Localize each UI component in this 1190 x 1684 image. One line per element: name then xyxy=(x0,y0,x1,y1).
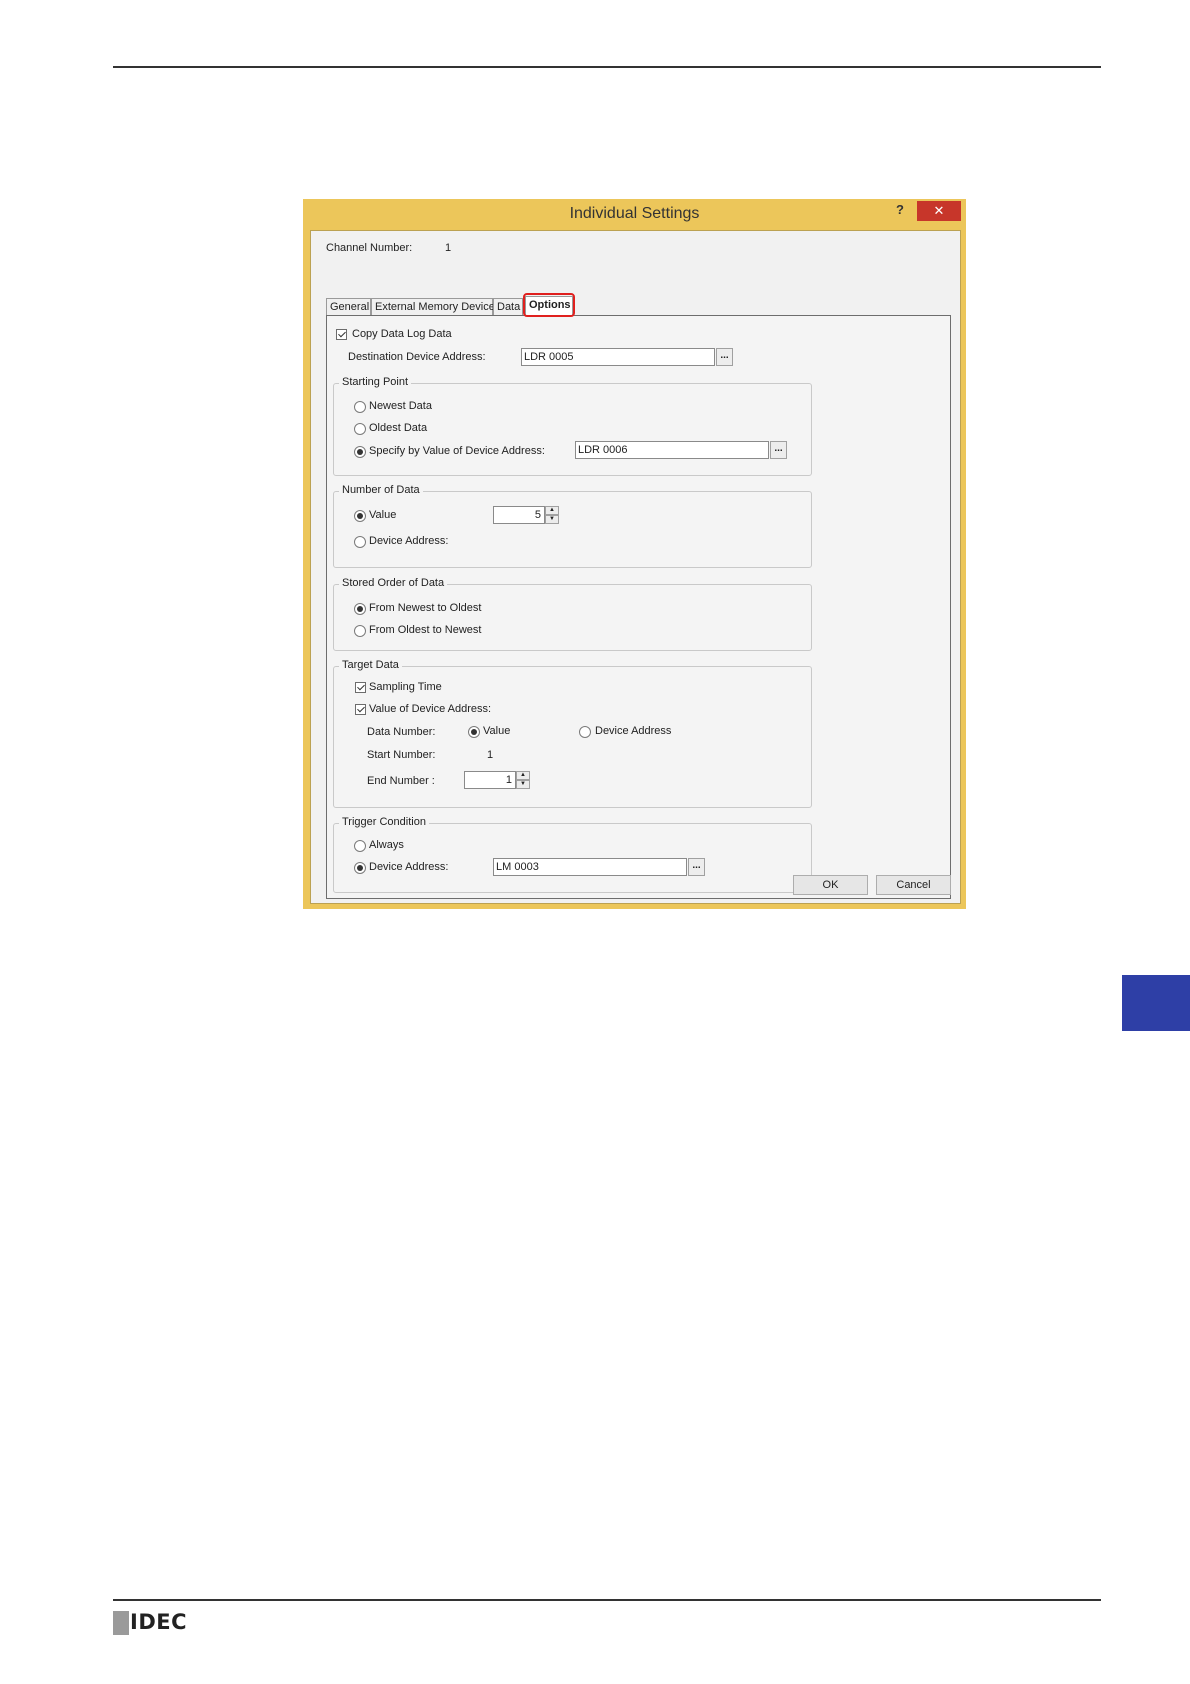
ok-button[interactable]: OK xyxy=(793,875,868,895)
tab-general[interactable]: General xyxy=(326,298,371,315)
start-number-value: 1 xyxy=(487,749,494,761)
dialog-title: Individual Settings xyxy=(569,205,700,222)
channel-number-value: 1 xyxy=(445,242,452,254)
data-number-label: Data Number: xyxy=(367,726,436,738)
starting-point-browse-button[interactable]: ... xyxy=(770,441,787,459)
number-value-radio[interactable] xyxy=(354,510,366,522)
stored-order-title: Stored Order of Data xyxy=(339,577,448,589)
number-value-spinner[interactable]: ▲ ▼ xyxy=(545,506,559,524)
destination-address-field[interactable]: LDR 0005 xyxy=(521,348,715,366)
specify-by-value-radio[interactable] xyxy=(354,446,366,458)
individual-settings-dialog: Individual Settings ? ✕ Channel Number: … xyxy=(303,199,966,909)
header-rule xyxy=(113,66,1101,68)
trigger-device-address-label: Device Address: xyxy=(369,861,449,873)
copy-data-log-checkbox[interactable] xyxy=(336,329,347,340)
starting-point-title: Starting Point xyxy=(339,376,412,388)
sampling-time-label: Sampling Time xyxy=(369,681,442,693)
oldest-to-newest-label: From Oldest to Newest xyxy=(369,624,482,636)
number-value-label: Value xyxy=(369,509,397,521)
number-value-field[interactable]: 5 xyxy=(493,506,545,524)
end-number-field[interactable]: 1 xyxy=(464,771,516,789)
footer-rule xyxy=(113,1599,1101,1601)
title-bar: Individual Settings ? ✕ xyxy=(303,199,966,231)
number-device-address-radio[interactable] xyxy=(354,536,366,548)
value-of-device-label: Value of Device Address: xyxy=(369,703,492,715)
value-of-device-checkbox[interactable] xyxy=(355,704,366,715)
data-number-value-label: Value xyxy=(483,725,511,737)
specify-by-value-label: Specify by Value of Device Address: xyxy=(369,445,545,457)
trigger-address-field[interactable]: LM 0003 xyxy=(493,858,687,876)
logo-mark xyxy=(113,1611,129,1635)
cancel-button[interactable]: Cancel xyxy=(876,875,951,895)
data-number-device-radio[interactable] xyxy=(579,726,591,738)
trigger-device-address-radio[interactable] xyxy=(354,862,366,874)
copy-data-log-label: Copy Data Log Data xyxy=(352,328,452,340)
start-number-label: Start Number: xyxy=(367,749,436,761)
end-number-spinner[interactable]: ▲ ▼ xyxy=(516,771,530,789)
oldest-to-newest-radio[interactable] xyxy=(354,625,366,637)
options-panel: Copy Data Log Data Destination Device Ad… xyxy=(326,315,951,899)
always-radio[interactable] xyxy=(354,840,366,852)
close-button[interactable]: ✕ xyxy=(917,201,961,221)
logo-text: IDEC xyxy=(130,1610,188,1634)
starting-point-address-field[interactable]: LDR 0006 xyxy=(575,441,769,459)
destination-address-label: Destination Device Address: xyxy=(348,351,486,363)
spin-down-icon[interactable]: ▼ xyxy=(516,780,530,789)
options-tab-highlight xyxy=(523,293,575,317)
spin-down-icon[interactable]: ▼ xyxy=(545,515,559,524)
data-number-device-label: Device Address xyxy=(595,725,672,737)
destination-browse-button[interactable]: ... xyxy=(716,348,733,366)
newest-to-oldest-label: From Newest to Oldest xyxy=(369,602,482,614)
newest-data-radio[interactable] xyxy=(354,401,366,413)
newest-data-label: Newest Data xyxy=(369,400,432,412)
number-of-data-group: Number of Data xyxy=(333,484,812,568)
number-device-address-label: Device Address: xyxy=(369,535,449,547)
trigger-browse-button[interactable]: ... xyxy=(688,858,705,876)
oldest-data-label: Oldest Data xyxy=(369,422,428,434)
number-of-data-title: Number of Data xyxy=(339,484,423,496)
help-button[interactable]: ? xyxy=(896,202,904,217)
channel-number-label: Channel Number: xyxy=(326,242,413,254)
target-data-title: Target Data xyxy=(339,659,402,671)
data-number-value-radio[interactable] xyxy=(468,726,480,738)
tab-external-memory-device[interactable]: External Memory Device xyxy=(371,298,495,315)
newest-to-oldest-radio[interactable] xyxy=(354,603,366,615)
oldest-data-radio[interactable] xyxy=(354,423,366,435)
spin-up-icon[interactable]: ▲ xyxy=(545,506,559,515)
trigger-condition-title: Trigger Condition xyxy=(339,816,429,828)
tab-data[interactable]: Data xyxy=(493,298,523,315)
chapter-tab xyxy=(1122,975,1190,1031)
always-label: Always xyxy=(369,839,404,851)
spin-up-icon[interactable]: ▲ xyxy=(516,771,530,780)
sampling-time-checkbox[interactable] xyxy=(355,682,366,693)
end-number-label: End Number : xyxy=(367,775,435,787)
dialog-body: Channel Number: 1 General External Memor… xyxy=(310,230,961,904)
stored-order-group: Stored Order of Data xyxy=(333,577,812,651)
